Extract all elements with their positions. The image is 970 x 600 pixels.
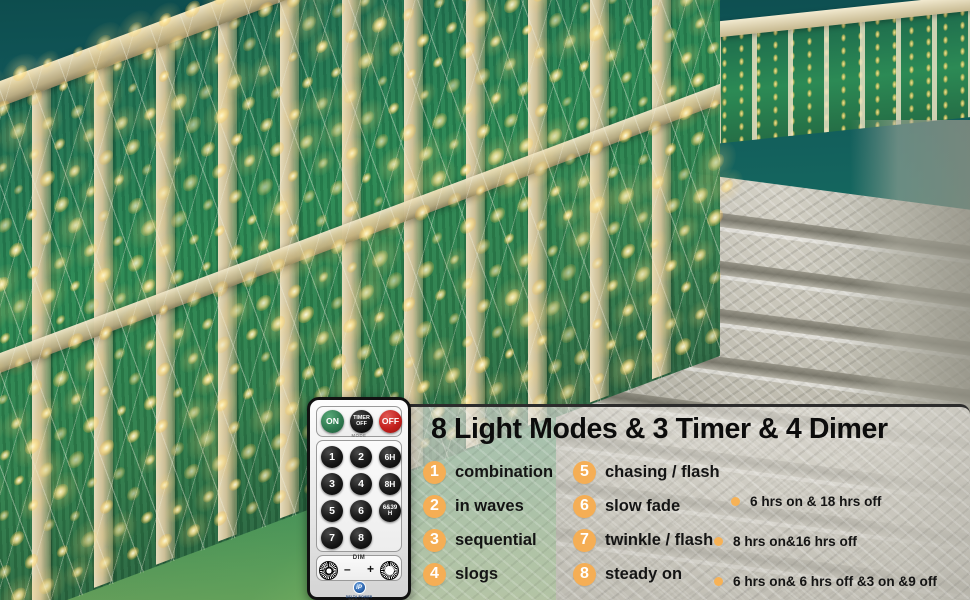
- mode-number-badge: 7: [573, 529, 596, 552]
- mode-number-badge: 6: [573, 495, 596, 518]
- timer-option-label: 6 hrs on& 6 hrs off &3 on &9 off: [733, 574, 937, 589]
- key-label: 2: [358, 452, 364, 463]
- remote-branding: iP DELTA POWER REMOTE CONTROL NINGBO DEL…: [310, 581, 408, 600]
- fence-post: [652, 0, 671, 379]
- timer-option-label: 6 hrs on & 18 hrs off: [750, 494, 881, 509]
- mode-label: in waves: [455, 497, 524, 516]
- remote-on-label: ON: [326, 417, 339, 426]
- bullet-icon: [714, 537, 723, 546]
- mode-label: slow fade: [605, 497, 680, 516]
- key-label: 7: [329, 533, 335, 544]
- key-label: 1: [329, 452, 335, 463]
- remote-key-8[interactable]: 8: [350, 527, 372, 549]
- light-modes-list: 1 combination 5 chasing / flash 2 in wav…: [423, 455, 723, 591]
- remote-key-7[interactable]: 7: [321, 527, 343, 549]
- mode-label: sequential: [455, 531, 537, 550]
- page-title: 8 Light Modes & 3 Timer & 4 Dimer: [431, 413, 970, 446]
- remote-key-6h[interactable]: 6H: [379, 446, 401, 468]
- list-item: 8 steady on: [573, 557, 723, 591]
- plus-icon: +: [367, 562, 374, 576]
- mode-number-badge: 4: [423, 563, 446, 586]
- remote-key-2[interactable]: 2: [350, 446, 372, 468]
- remote-key-3[interactable]: 3: [321, 473, 343, 495]
- list-item: 6 slow fade: [573, 489, 723, 523]
- mode-number-badge: 2: [423, 495, 446, 518]
- product-lifestyle-banner: 8 Light Modes & 3 Timer & 4 Dimer 1 comb…: [0, 0, 970, 600]
- key-label: 8: [358, 533, 364, 544]
- mode-label: twinkle / flash: [605, 531, 713, 550]
- remote-key-4[interactable]: 4: [350, 473, 372, 495]
- fence-post: [528, 0, 547, 426]
- key-label: 6: [358, 506, 364, 517]
- key-label: 8H: [385, 480, 396, 488]
- remote-off-button[interactable]: OFF: [379, 410, 402, 433]
- dim-down-knob[interactable]: [319, 561, 338, 580]
- brand-name: DELTA POWER: [346, 595, 373, 599]
- remote-key-6[interactable]: 6: [350, 500, 372, 522]
- remote-timer-off-button[interactable]: TIMER OFF: [350, 410, 373, 433]
- timer-option-label: 8 hrs on&16 hrs off: [733, 534, 857, 549]
- remote-on-button[interactable]: ON: [321, 410, 344, 433]
- minus-icon: –: [344, 562, 351, 576]
- list-item: 7 twinkle / flash: [573, 523, 723, 557]
- remote-dim-label: DIM: [310, 555, 408, 561]
- bullet-icon: [714, 577, 723, 586]
- list-item: 8 hrs on&16 hrs off: [715, 521, 963, 561]
- key-label: 5: [329, 506, 335, 517]
- remote-key-5[interactable]: 5: [321, 500, 343, 522]
- fence-post: [466, 0, 485, 449]
- bullet-icon: [731, 497, 740, 506]
- dim-up-knob[interactable]: [380, 561, 399, 580]
- key-label: 3: [329, 479, 335, 490]
- mode-label: steady on: [605, 565, 682, 584]
- remote-control[interactable]: ON TIMER OFF OFF MODE 1 2 6H 3 4 8H 5 6 …: [307, 397, 411, 600]
- mode-label: slogs: [455, 565, 498, 584]
- mode-number-badge: 5: [573, 461, 596, 484]
- list-item: 4 slogs: [423, 557, 573, 591]
- mode-number-badge: 3: [423, 529, 446, 552]
- mode-label: combination: [455, 463, 553, 482]
- list-item: 1 combination: [423, 455, 573, 489]
- remote-off-label: OFF: [382, 417, 399, 426]
- key-label: 6H: [385, 453, 396, 461]
- remote-key-1[interactable]: 1: [321, 446, 343, 468]
- remote-key-8h[interactable]: 8H: [379, 473, 401, 495]
- list-item: 3 sequential: [423, 523, 573, 557]
- key-label-2: H: [388, 511, 392, 517]
- timer-options-list: 6 hrs on & 18 hrs off 8 hrs on&16 hrs of…: [715, 481, 963, 600]
- remote-mode-caption: MODE: [310, 433, 408, 438]
- mode-number-badge: 1: [423, 461, 446, 484]
- remote-timer-label-2: OFF: [356, 422, 367, 427]
- list-item: 5 chasing / flash: [573, 455, 723, 489]
- mode-number-badge: 8: [573, 563, 596, 586]
- fence-post: [590, 0, 609, 402]
- info-overlay-panel: 8 Light Modes & 3 Timer & 4 Dimer 1 comb…: [393, 404, 970, 600]
- list-item: 2 in waves: [423, 489, 573, 523]
- key-label: 4: [358, 479, 364, 490]
- mode-label: chasing / flash: [605, 463, 720, 482]
- list-item: 6 hrs on & 18 hrs off: [715, 481, 963, 521]
- brand-logo-icon: iP: [353, 581, 366, 594]
- list-item: 6 hrs on& 6 hrs off &3 on &9 off: [715, 561, 963, 600]
- remote-key-639h[interactable]: 6&39 H: [379, 500, 401, 522]
